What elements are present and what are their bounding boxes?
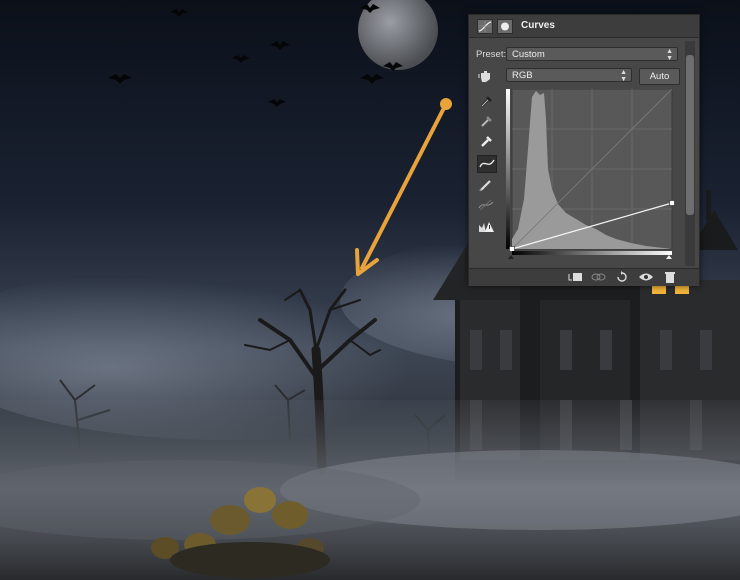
white-input-slider[interactable] <box>666 255 672 259</box>
panel-header: Curves <box>469 15 699 38</box>
targeted-adjust-hand-icon[interactable] <box>477 68 495 84</box>
edit-points-curve-icon[interactable] <box>477 155 497 173</box>
white-point-eyedropper-icon[interactable] <box>477 133 495 149</box>
preset-value: Custom <box>512 49 545 60</box>
preset-label: Preset: <box>476 49 507 60</box>
reset-icon[interactable] <box>612 270 632 284</box>
scroll-thumb[interactable] <box>686 55 694 215</box>
auto-button[interactable]: Auto <box>639 68 680 85</box>
draw-pencil-icon[interactable] <box>477 177 495 193</box>
clip-to-layer-icon[interactable] <box>565 270 585 284</box>
select-arrows-icon: ▲ ▼ <box>666 48 673 62</box>
gray-point-eyedropper-icon[interactable] <box>477 113 495 129</box>
panel-scrollbar[interactable] <box>685 41 695 266</box>
mask-icon[interactable] <box>497 19 513 34</box>
curve-point-white[interactable] <box>669 200 675 206</box>
adjustment-curves-icon[interactable] <box>477 19 493 34</box>
curves-graph[interactable] <box>506 89 676 259</box>
input-gradient-bar <box>512 251 672 255</box>
curve-point-black[interactable] <box>509 246 515 252</box>
smooth-curve-icon[interactable] <box>477 197 495 213</box>
trash-icon[interactable] <box>660 270 680 284</box>
view-previous-state-icon[interactable] <box>589 270 609 284</box>
clipping-warning-icon[interactable] <box>477 219 495 235</box>
curves-properties-panel: Curves Preset: Custom ▲ ▼ RGB ▲ ▼ Auto <box>468 14 700 286</box>
select-arrows-icon: ▲ ▼ <box>620 69 627 83</box>
panel-footer <box>469 268 699 286</box>
black-input-slider[interactable] <box>508 255 514 259</box>
channel-value: RGB <box>512 70 533 81</box>
visibility-eye-icon[interactable] <box>636 270 656 284</box>
panel-title: Curves <box>521 20 555 31</box>
output-gradient-bar <box>506 89 510 249</box>
black-point-eyedropper-icon[interactable] <box>477 93 495 109</box>
preset-select[interactable]: Custom ▲ ▼ <box>506 47 678 62</box>
channel-select[interactable]: RGB ▲ ▼ <box>506 68 632 83</box>
